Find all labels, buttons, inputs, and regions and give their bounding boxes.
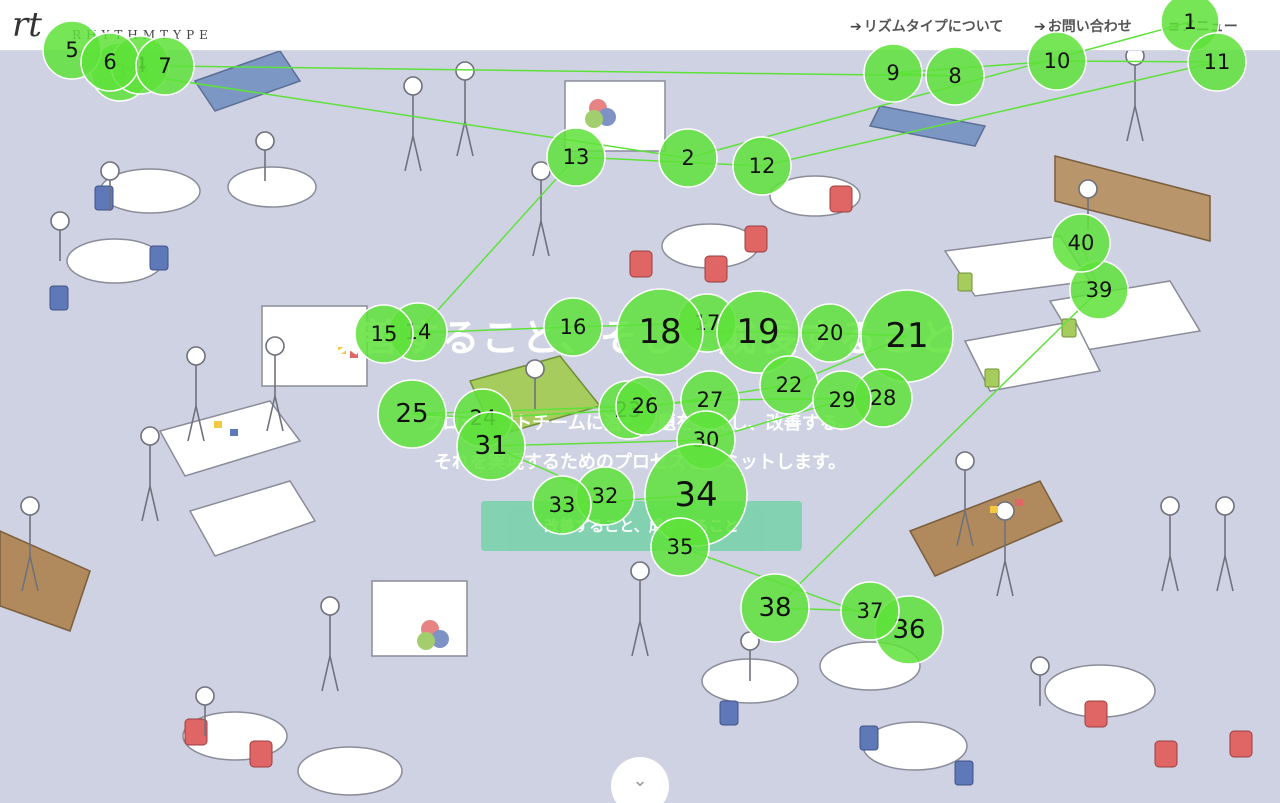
menu-button[interactable]: ≡ メニュー: [1168, 16, 1238, 36]
hero-subtitle-line1: プロジェクトチームに潜む課題を発見し、改善する。: [424, 413, 856, 434]
arrow-right-icon: ➔: [1034, 19, 1046, 35]
nav-about-label: リズムタイプについて: [863, 19, 1004, 35]
logo-text: RHYTHMTYPE: [72, 28, 213, 42]
hero-title: 改善すること、そして成長すること: [321, 316, 959, 360]
menu-label: メニュー: [1181, 19, 1238, 35]
scroll-down-button[interactable]: ⌄: [611, 757, 669, 803]
arrow-right-icon: ➔: [850, 19, 862, 35]
nav-link-about[interactable]: ➔ リズムタイプについて: [850, 16, 1003, 36]
cta-button[interactable]: 改善すること、成長すること: [481, 501, 802, 551]
nav-link-contact[interactable]: ➔ お問い合わせ: [1034, 16, 1132, 36]
hero-subtitle-line2: それを実現するためのプロセスをコミットします。: [433, 452, 847, 473]
site-header: rt RHYTHMTYPE ➔ リズムタイプについて ➔ お問い合わせ ≡ メニュー: [0, 0, 1280, 51]
hero-section: 改善すること、そして成長すること プロジェクトチームに潜む課題を発見し、改善する…: [0, 51, 1280, 803]
logo-mark: rt: [12, 5, 42, 45]
hamburger-icon: ≡: [1168, 19, 1180, 35]
chevron-down-icon: ⌄: [632, 770, 648, 791]
nav-contact-label: お問い合わせ: [1047, 19, 1132, 35]
